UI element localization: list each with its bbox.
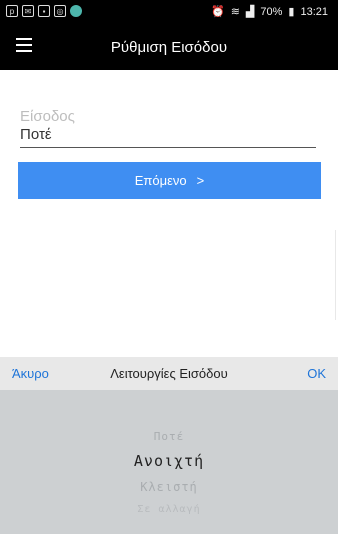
picker-option[interactable]: Ποτέ [0, 430, 338, 443]
system-icons: ⏰ ≋ ▟ 70% ▮ 13:21 [210, 5, 328, 19]
alarm-icon: ⏰ [210, 6, 225, 18]
input-mode-field[interactable]: Ποτέ [20, 126, 316, 148]
app-bar: Ρύθμιση Εισόδου [0, 24, 338, 70]
picker-option[interactable]: Σε αλλαγή [0, 504, 338, 515]
status-bar: p ✉ ▪ ◎ ⏰ ≋ ▟ 70% ▮ 13:21 [0, 0, 338, 24]
wifi-icon: ≋ [230, 6, 240, 18]
clock: 13:21 [300, 5, 328, 18]
battery-icon: ▮ [288, 6, 295, 18]
picker-title: Λειτουργίες Εισόδου [110, 366, 228, 381]
input-mode-label: Είσοδος [20, 108, 75, 125]
mail-icon: ✉ [22, 5, 34, 17]
picker-option[interactable]: Κλειστή [0, 480, 338, 494]
picker-header: Άκυρο Λειτουργίες Εισόδου OK [0, 357, 338, 390]
chevron-right-icon: > [196, 173, 205, 188]
ok-button[interactable]: OK [307, 366, 326, 381]
option-picker[interactable]: Ποτέ Ανοιχτή Κλειστή Σε αλλαγή [0, 390, 338, 534]
app-icon [70, 5, 82, 17]
signal-icon: ▟ [245, 6, 255, 18]
next-button[interactable]: Επόμενο > [18, 162, 321, 199]
pinterest-icon: p [6, 5, 18, 17]
battery-percent: 70% [260, 5, 283, 18]
page-title: Ρύθμιση Εισόδου [110, 39, 228, 56]
picker-option-selected[interactable]: Ανοιχτή [0, 452, 338, 470]
next-button-label: Επόμενο [134, 173, 187, 188]
scroll-indicator [335, 230, 336, 320]
instagram-icon: ◎ [54, 5, 66, 17]
image-icon: ▪ [38, 5, 50, 17]
notification-icons: p ✉ ▪ ◎ [6, 5, 82, 17]
